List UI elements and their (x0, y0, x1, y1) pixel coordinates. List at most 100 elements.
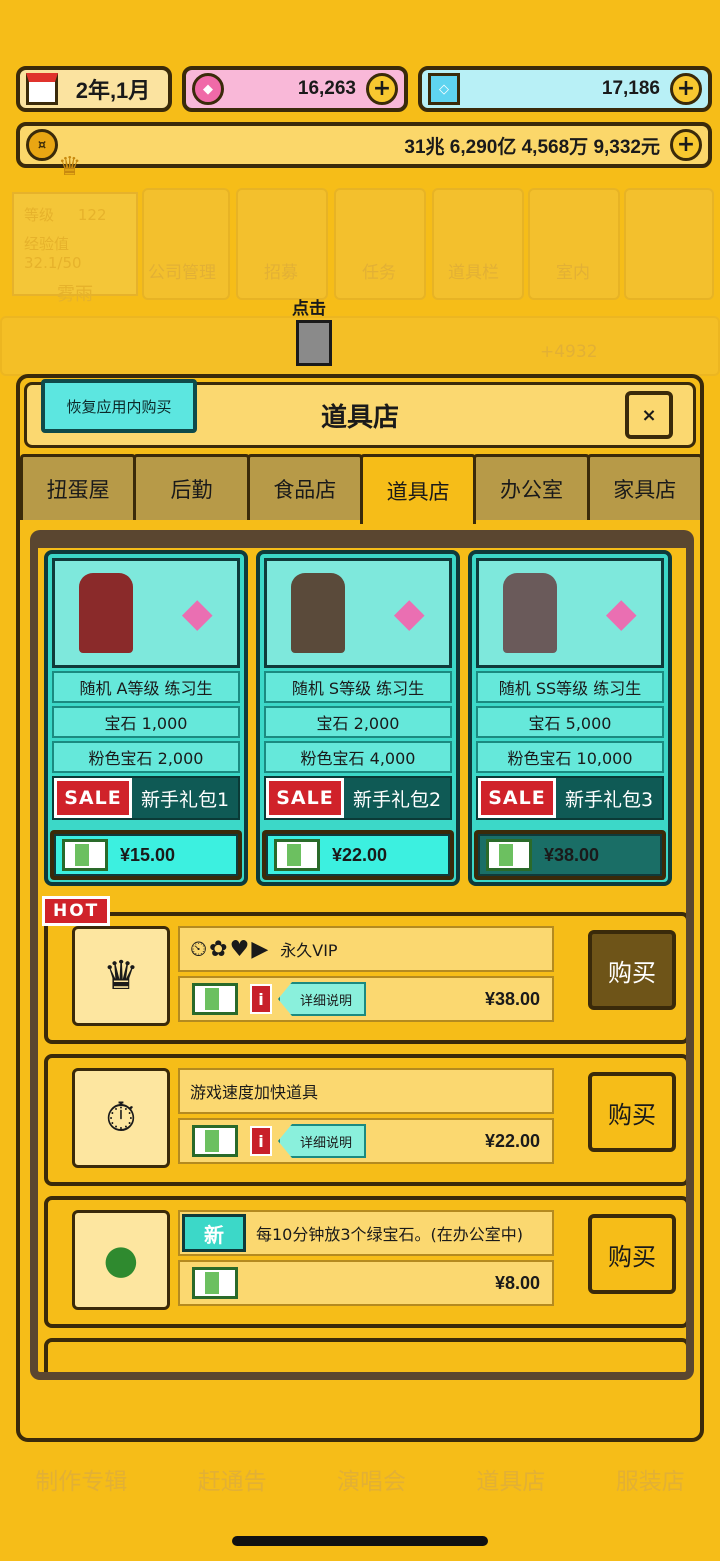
pack-price-button[interactable]: ¥38.00 (474, 830, 666, 880)
cash-icon (192, 1267, 238, 1299)
tab-furniture[interactable]: 家具店 (586, 454, 703, 520)
sale-badge: SALE (266, 778, 344, 818)
menu-mail[interactable] (624, 188, 714, 300)
tab-food[interactable]: 食品店 (246, 454, 363, 520)
gem-bundle-icon: ◆ (605, 590, 637, 636)
crown-icon: ♛ (58, 152, 82, 182)
add-pink-gem-button[interactable]: + (366, 73, 398, 105)
shop-list[interactable]: ◆ 随机 A等级 练习生 宝石 1,000 粉色宝石 2,000 SALE 新手… (30, 530, 694, 1380)
item-title-row: 新 每10分钟放3个绿宝石。(在办公室中) (178, 1210, 554, 1256)
details-button[interactable]: 详细说明 (278, 982, 367, 1016)
vip-perks-icons: ⏲ ✿ ♥ ▶ (190, 937, 268, 962)
cash-icon (192, 1125, 238, 1157)
tab-office[interactable]: 办公室 (473, 454, 590, 520)
nav-clothing[interactable]: 服装店 (616, 1462, 685, 1496)
gem-bundle-icon: ◆ (393, 590, 425, 636)
nav-album[interactable]: 制作专辑 (35, 1462, 127, 1496)
vip-crown-icon: ♛ (72, 926, 170, 1026)
info-icon: i (250, 984, 272, 1014)
gem-bar: ◇ 17,186 + (418, 66, 712, 112)
sale-badge: SALE (478, 778, 556, 818)
starter-pack-3[interactable]: ◆ 随机 SS等级 练习生 宝石 5,000 粉色宝石 10,000 SALE … (468, 550, 672, 886)
cash-icon (192, 983, 238, 1015)
sale-badge: SALE (54, 778, 132, 818)
cash-icon (486, 839, 532, 871)
green-gem-icon: ● (72, 1210, 170, 1310)
buy-button[interactable]: 购买 (588, 1072, 676, 1152)
heart-icon: ♥ (229, 936, 250, 962)
pack-image: ◆ (476, 558, 664, 668)
add-gem-button[interactable]: + (670, 73, 702, 105)
details-button[interactable]: 详细说明 (278, 1124, 367, 1158)
home-indicator (232, 1536, 488, 1546)
pack-trainee: 随机 A等级 练习生 (52, 671, 240, 703)
pack-sale-banner: SALE 新手礼包2 (264, 776, 452, 820)
pack-name: 新手礼包3 (564, 788, 654, 811)
pet-icon: ✿ (209, 936, 228, 962)
pack-gems: 宝石 2,000 (264, 706, 452, 738)
tab-item-shop[interactable]: 道具店 (359, 454, 477, 524)
scene-counter: +4932 (540, 342, 598, 362)
coin-icon: ¤ (26, 129, 58, 161)
cash-icon (274, 839, 320, 871)
pack-price-face: ¥22.00 (266, 834, 450, 876)
nav-item-shop[interactable]: 道具店 (476, 1462, 545, 1496)
shop-tabs: 扭蛋屋 后勤 食品店 道具店 办公室 家具店 (20, 454, 703, 524)
money-value: 31兆 6,290亿 4,568万 9,332元 (404, 136, 660, 158)
pack-trainee: 随机 S等级 练习生 (264, 671, 452, 703)
starter-pack-2[interactable]: ◆ 随机 S等级 练习生 宝石 2,000 粉色宝石 4,000 SALE 新手… (256, 550, 460, 886)
item-price: ¥38.00 (484, 988, 540, 1009)
pack-sale-banner: SALE 新手礼包1 (52, 776, 240, 820)
hot-badge: HOT (42, 896, 111, 926)
item-title: 永久VIP (280, 941, 338, 960)
menu-recruit[interactable] (236, 188, 328, 300)
trainee-icon (79, 573, 134, 653)
pack-price-button[interactable]: ¥15.00 (50, 830, 242, 880)
date-bar: 2年,1月 (16, 66, 172, 112)
tab-gacha[interactable]: 扭蛋屋 (20, 454, 137, 520)
pack-pink-gems: 粉色宝石 4,000 (264, 741, 452, 773)
shop-header: 恢复应用内购买 道具店 × (24, 379, 696, 448)
item-title: 每10分钟放3个绿宝石。(在办公室中) (256, 1225, 524, 1244)
pack-pink-gems: 粉色宝石 2,000 (52, 741, 240, 773)
buy-button[interactable]: 购买 (588, 930, 676, 1010)
pack-price: ¥38.00 (544, 844, 600, 865)
pack-trainee: 随机 SS等级 练习生 (476, 671, 664, 703)
pack-price-button[interactable]: ¥22.00 (262, 830, 454, 880)
close-button[interactable]: × (625, 391, 673, 439)
money-bar: ¤ 31兆 6,290亿 4,568万 9,332元 + (16, 122, 712, 168)
pack-price: ¥15.00 (120, 844, 176, 865)
item-vip: ♛ HOT ⏲ ✿ ♥ ▶ 永久VIP i 详细说明 ¥38.00 购买 (42, 896, 686, 1044)
item-speed-up: ⏱ 游戏速度加快道具 i 详细说明 ¥22.00 购买 (44, 1054, 686, 1186)
item-price: ¥22.00 (484, 1130, 540, 1151)
item-title-row: ⏲ ✿ ♥ ▶ 永久VIP (178, 926, 554, 972)
pack-sale-banner: SALE 新手礼包3 (476, 776, 664, 820)
pack-pink-gems: 粉色宝石 10,000 (476, 741, 664, 773)
item-green-gem: ● 新 每10分钟放3个绿宝石。(在办公室中) ¥8.00 购买 (44, 1196, 686, 1328)
cash-icon (62, 839, 108, 871)
restore-purchases-button[interactable]: 恢复应用内购买 (41, 379, 197, 433)
menu-inventory-label: 道具栏 (448, 263, 499, 283)
scene-strip (0, 316, 720, 376)
tab-logistics[interactable]: 后勤 (133, 454, 250, 520)
buy-button[interactable]: 购买 (588, 1214, 676, 1294)
nav-concert[interactable]: 演唱会 (337, 1462, 406, 1496)
menu-company[interactable] (142, 188, 230, 300)
nav-schedule[interactable]: 赶通告 (198, 1462, 267, 1496)
menu-tasks[interactable] (334, 188, 426, 300)
cat-mascot-icon[interactable] (296, 320, 332, 366)
date-value: 2年,1月 (75, 78, 151, 103)
item-detail-row: i 详细说明 ¥38.00 (178, 976, 554, 1022)
item-price: ¥8.00 (494, 1272, 540, 1293)
pack-image: ◆ (264, 558, 452, 668)
add-money-button[interactable]: + (670, 129, 702, 161)
pack-image: ◆ (52, 558, 240, 668)
menu-interior[interactable] (528, 188, 620, 300)
menu-recruit-label: 招募 (264, 263, 298, 283)
menu-inventory[interactable] (432, 188, 524, 300)
pink-gem-value: 16,263 (297, 78, 356, 99)
starter-pack-1[interactable]: ◆ 随机 A等级 练习生 宝石 1,000 粉色宝石 2,000 SALE 新手… (44, 550, 248, 886)
pink-gem-bar: ◆ 16,263 + (182, 66, 408, 112)
gem-value: 17,186 (601, 78, 660, 99)
menu-company-label: 公司管理 (148, 263, 216, 283)
